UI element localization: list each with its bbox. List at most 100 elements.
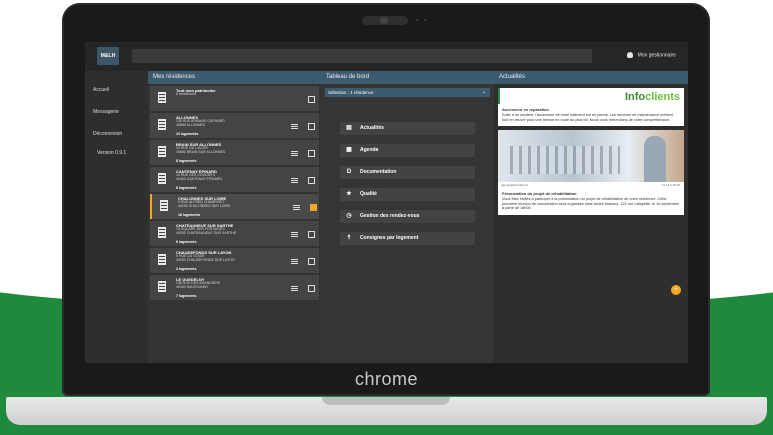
residence-address: 14 RUE DU LAVOIR 49650 BRAIN SUR ALLONNE… — [176, 146, 226, 154]
residence-address: 8 résidences — [176, 92, 196, 96]
menu-label: Consignes par logement — [360, 235, 419, 241]
building-icon — [158, 227, 166, 238]
news-date: 11.12.3 15:20 — [661, 183, 680, 188]
residence-checkbox[interactable] — [308, 258, 315, 265]
building-icon — [158, 173, 166, 184]
menu-label: Agenda — [360, 147, 379, 153]
infoclients-logo: Infoclients — [625, 91, 680, 103]
residence-address: 6 RUE DU STADE 49290 CHAUDEFONDS SUR LAY… — [176, 254, 235, 262]
dashboard-header: Tableau de bord — [321, 71, 494, 84]
list-icon[interactable] — [291, 151, 298, 152]
sensor-dot — [424, 19, 426, 21]
residence-item[interactable]: CHAUDEFONDS SUR LAYON 6 RUE DU STADE 4929… — [150, 248, 319, 273]
menu-label: Documentation — [360, 169, 397, 175]
residence-count: 16 logements — [178, 213, 201, 217]
brand-part-a: Info — [624, 91, 646, 103]
menu-label: Gestion des rendez-vous — [360, 213, 420, 219]
residence-item[interactable]: BRAIN SUR ALLONNES 14 RUE DU LAVOIR 49650… — [150, 140, 319, 165]
menu-documentation[interactable]: D Documentation — [340, 166, 475, 179]
residence-checkbox[interactable] — [308, 96, 315, 103]
residence-checkbox[interactable] — [310, 204, 317, 211]
news-header: Actualités — [494, 71, 688, 84]
menu-label: Qualité — [360, 191, 377, 197]
screen: M&LH Mon gestionnaire Accueil Messagerie… — [85, 42, 688, 363]
user-name: Mon gestionnaire — [637, 52, 676, 59]
person-icon: ☨ — [347, 235, 351, 241]
add-news-button[interactable]: + — [671, 285, 681, 295]
document-icon: D — [346, 169, 352, 175]
residence-address: 9 RUE ALFRED CHAMPIRET 49290 CHALONNES S… — [178, 200, 231, 208]
menu-consignes[interactable]: ☨ Consignes par logement — [340, 232, 475, 245]
residence-item[interactable]: Tout mon patrimoine 8 résidences — [150, 86, 319, 111]
selection-dropdown[interactable]: Sélection : 1 résidence ⌄ — [325, 88, 490, 97]
news-meta: agence@infoclient.fr — [501, 183, 529, 188]
version-label: Version 0.9.1 — [97, 150, 127, 156]
news-column: Actualités Infoclients Ascenseur en répa… — [494, 71, 688, 363]
building-icon — [158, 146, 166, 157]
residence-address: 136 RUE ARMAND GUERARD 49680 ALLONNES — [176, 119, 225, 127]
sidebar-nav: Accueil Messagerie Déconnexion Version 0… — [85, 71, 148, 363]
quality-icon: ★ — [346, 191, 352, 197]
residences-header: Mes résidences — [148, 71, 321, 84]
residence-checkbox[interactable] — [308, 150, 315, 157]
news-text: Vous êtes invités à participer à la prés… — [502, 197, 680, 211]
chrome-logo: chrome — [354, 369, 419, 389]
residence-count: 10 logements — [176, 132, 199, 136]
residences-column: Mes résidences Tout mon patrimoine 8 rési… — [148, 71, 378, 363]
top-bar: M&LH Mon gestionnaire — [85, 42, 688, 71]
building-icon — [158, 254, 166, 265]
user-menu[interactable]: Mon gestionnaire — [626, 52, 676, 59]
residence-count: 7 logements — [176, 294, 197, 298]
residence-item[interactable]: CHALONNES SUR LOIRE 9 RUE ALFRED CHAMPIRE… — [150, 194, 319, 219]
news-text: Suite à un incident, l'ascenseur de votr… — [502, 113, 673, 122]
news-title: Présentation du projet de réhabilitation — [502, 191, 577, 197]
residence-address: 10 RUE DES COUDRES 49460 CANTENAY EPINAR… — [176, 173, 222, 181]
residence-item[interactable]: CANTENAY EPINARD 10 RUE DES COUDRES 49460… — [150, 167, 319, 192]
chevron-down-icon: ⌄ — [481, 89, 486, 95]
sensor-dot — [416, 19, 418, 21]
news-icon: ▤ — [346, 125, 352, 131]
nav-item-accueil[interactable]: Accueil — [85, 79, 148, 101]
dashboard-column: Tableau de bord Sélection : 1 résidence … — [321, 71, 494, 363]
residence-checkbox[interactable] — [308, 285, 315, 292]
residence-checkbox[interactable] — [308, 123, 315, 130]
residence-checkbox[interactable] — [308, 177, 315, 184]
menu-agenda[interactable]: ▦ Agenda — [340, 144, 475, 157]
menu-rendez-vous[interactable]: ◷ Gestion des rendez-vous — [340, 210, 475, 223]
news-card[interactable]: agence@infoclient.fr 11.12.3 15:20 Prése… — [498, 130, 684, 215]
list-icon[interactable] — [291, 178, 298, 179]
selection-value: Sélection : 1 résidence — [328, 90, 374, 95]
list-icon[interactable] — [291, 259, 298, 260]
residence-address: 15 SQUARE DES FONTAINES 49330 CHATEAUNEU… — [176, 227, 237, 235]
building-icon — [160, 200, 168, 211]
news-card-top: Infoclients — [498, 88, 684, 104]
building-icon — [158, 281, 166, 292]
list-icon[interactable] — [291, 232, 298, 233]
menu-label: Actualités — [360, 125, 384, 131]
residence-item[interactable]: ALLONNES 136 RUE ARMAND GUERARD 49680 ALL… — [150, 113, 319, 138]
list-icon[interactable] — [293, 205, 300, 206]
building-icon — [158, 119, 166, 130]
app-logo[interactable]: M&LH — [97, 47, 119, 65]
news-card[interactable]: Infoclients Ascenseur en réparation Suit… — [498, 88, 684, 127]
brand-part-b: clients — [645, 91, 680, 103]
residence-item[interactable]: LE GUEDELNY 138 RUE DES AMANDIERS 49400 S… — [150, 275, 319, 300]
user-icon — [626, 52, 633, 58]
menu-qualite[interactable]: ★ Qualité — [340, 188, 475, 201]
menu-actualites[interactable]: ▤ Actualités — [340, 122, 475, 135]
residence-checkbox[interactable] — [308, 231, 315, 238]
search-bar[interactable] — [132, 49, 592, 63]
nav-item-messagerie[interactable]: Messagerie — [85, 101, 148, 123]
residence-address: 138 RUE DES AMANDIERS 49400 SAUSSUNNY — [176, 281, 220, 289]
clock-icon: ◷ — [346, 213, 352, 219]
residence-count: 3 logements — [176, 267, 197, 271]
nav-item-deconnexion[interactable]: Déconnexion — [85, 123, 148, 145]
list-icon[interactable] — [291, 286, 298, 287]
residence-count: 8 logements — [176, 159, 197, 163]
laptop-notch — [322, 397, 450, 405]
residence-item[interactable]: CHATEAUNEUF SUR SARTHE 15 SQUARE DES FONT… — [150, 221, 319, 246]
list-icon[interactable] — [291, 124, 298, 125]
news-photo — [498, 130, 684, 183]
news-title: Ascenseur en réparation — [502, 107, 549, 112]
person-photo — [644, 136, 666, 183]
